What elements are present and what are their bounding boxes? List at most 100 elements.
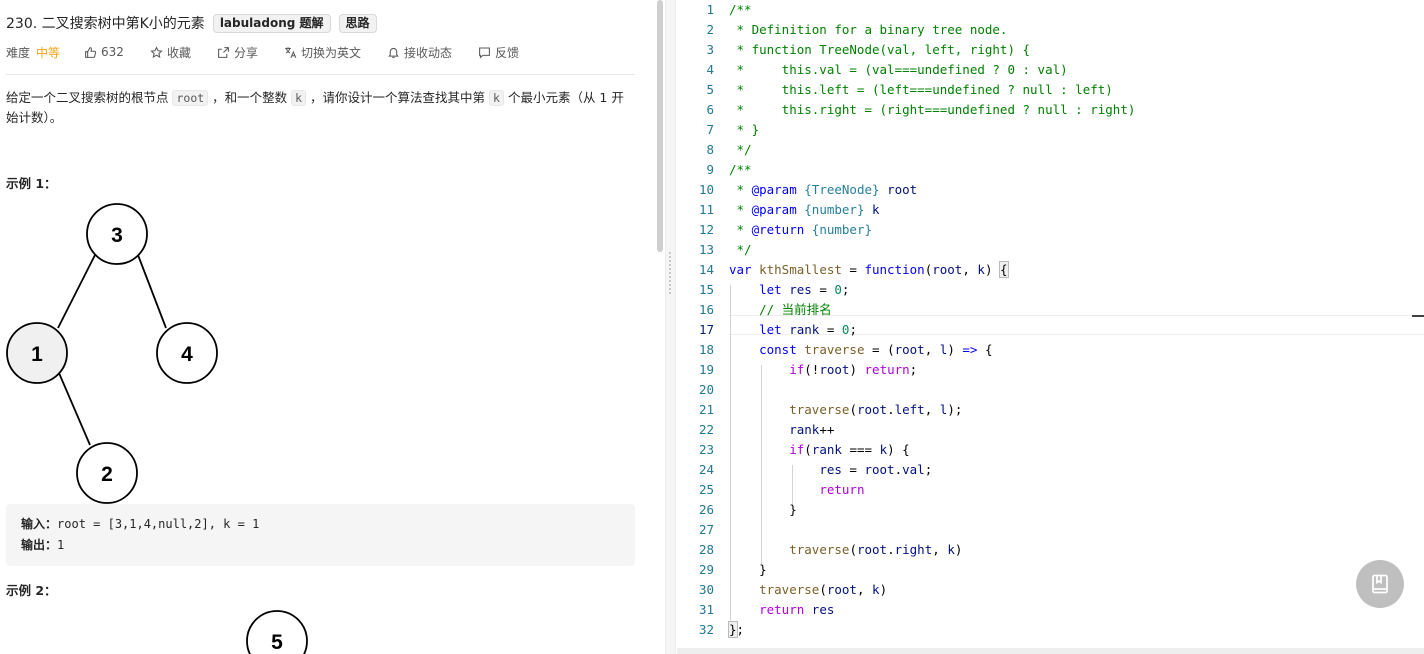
code-line[interactable]: /** xyxy=(729,160,1419,180)
code-editor[interactable]: 1 2 3 4 5 6 7 8 9 10 11 12 13 14 15 16 17 18 19 20 21 22 23 24 2… xyxy=(677,0,1424,648)
code-line[interactable]: return res xyxy=(729,600,1419,620)
code-line[interactable]: */ xyxy=(729,140,1419,160)
line-number: 3 xyxy=(706,42,714,57)
code-line[interactable]: /** xyxy=(729,0,1419,20)
notebook-icon xyxy=(1372,574,1388,594)
translate-icon xyxy=(285,46,297,58)
line-number: 11 xyxy=(698,202,714,217)
line-number: 5 xyxy=(706,82,714,97)
code-line[interactable]: rank++ xyxy=(729,420,1419,440)
code-line[interactable]: * Definition for a binary tree node. xyxy=(729,20,1419,40)
code-line[interactable]: * function TreeNode(val, left, right) { xyxy=(729,40,1419,60)
code-line[interactable]: // 当前排名 xyxy=(729,300,1419,320)
code-line[interactable]: traverse(root.left, l); xyxy=(729,400,1419,420)
input-value: root = [3,1,4,null,2], k = 1 xyxy=(57,517,260,531)
line-number: 16 xyxy=(698,302,714,317)
desc-text: ，请你设计一个算法查找其中第 xyxy=(306,90,490,105)
tree-node-label: 2 xyxy=(101,463,113,486)
difficulty-label: 难度 xyxy=(6,45,31,60)
code-line[interactable]: * this.val = (val===undefined ? 0 : val) xyxy=(729,60,1419,80)
code-line[interactable]: if(rank === k) { xyxy=(729,440,1419,460)
share-label: 分享 xyxy=(233,45,258,60)
code-line[interactable]: return xyxy=(729,480,1419,500)
line-number: 14 xyxy=(698,262,714,277)
line-number: 19 xyxy=(698,362,714,377)
resize-grip-icon[interactable] xyxy=(669,252,671,296)
star-icon xyxy=(150,45,163,58)
inline-code-root: root xyxy=(172,90,209,106)
code-line[interactable]: * @param {number} k xyxy=(729,200,1419,220)
line-number: 29 xyxy=(698,562,714,577)
tree-node-label: 4 xyxy=(181,343,193,366)
code-line[interactable]: if(!root) return; xyxy=(729,360,1419,380)
example-1-tree-image: 3 1 4 2 xyxy=(6,203,218,504)
code-content[interactable]: /** * Definition for a binary tree node.… xyxy=(728,0,1419,640)
code-line[interactable]: */ xyxy=(729,240,1419,260)
code-line[interactable]: var kthSmallest = function(root, k) { xyxy=(729,260,1419,280)
desc-text: ，和一个整数 xyxy=(208,90,292,105)
code-line[interactable] xyxy=(729,380,1419,400)
code-line[interactable]: traverse(root.right, k) xyxy=(729,540,1419,560)
desc-text: 给定一个二叉搜索树的根节点 xyxy=(6,90,173,105)
line-number: 32 xyxy=(698,622,714,637)
notify-label: 接收动态 xyxy=(403,45,452,60)
tree-node-label: 5 xyxy=(271,631,283,654)
meta-row: 难度 中等 632 收藏 分享 切换为英文 接收动态 反馈 xyxy=(6,42,545,62)
line-number: 2 xyxy=(706,22,714,37)
line-number: 24 xyxy=(698,462,714,477)
collect-button[interactable]: 收藏 xyxy=(150,44,191,61)
code-line[interactable]: }; xyxy=(728,620,1419,640)
tree-node-label: 1 xyxy=(31,343,43,366)
code-line[interactable] xyxy=(729,520,1419,540)
collect-label: 收藏 xyxy=(166,45,191,60)
switch-language-button[interactable]: 切换为英文 xyxy=(284,44,361,61)
line-number: 25 xyxy=(698,482,714,497)
line-number: 28 xyxy=(698,542,714,557)
tree-node-label: 3 xyxy=(111,224,123,247)
problem-description: 给定一个二叉搜索树的根节点 root ，和一个整数 k ，请你设计一个算法查找其… xyxy=(6,88,634,128)
line-number: 6 xyxy=(706,102,714,117)
code-line[interactable]: * @return {number} xyxy=(729,220,1419,240)
inline-code-k: k xyxy=(489,90,504,106)
code-line[interactable]: * @param {TreeNode} root xyxy=(729,180,1419,200)
code-line[interactable]: * this.right = (right===undefined ? null… xyxy=(729,100,1419,120)
code-line[interactable]: let res = 0; xyxy=(729,280,1419,300)
line-number: 13 xyxy=(698,242,714,257)
divider-line xyxy=(6,74,635,75)
example-2-tree-image: 5 xyxy=(246,610,308,654)
example-2-label: 示例 2： xyxy=(6,583,57,598)
code-line[interactable]: * } xyxy=(729,120,1419,140)
line-number: 17 xyxy=(698,322,714,337)
difficulty-badge: 中等 xyxy=(36,45,61,60)
code-line[interactable]: * this.left = (left===undefined ? null :… xyxy=(729,80,1419,100)
line-number: 8 xyxy=(706,142,714,157)
tag-labuladong[interactable]: labuladong 题解 xyxy=(212,13,331,33)
share-button[interactable]: 分享 xyxy=(217,44,258,61)
line-number: 15 xyxy=(698,282,714,297)
title-row: 230. 二叉搜索树中第K小的元素 labuladong 题解 思路 xyxy=(6,12,377,34)
switch-language-label: 切换为英文 xyxy=(300,45,361,60)
problem-scrollbar[interactable] xyxy=(657,0,663,252)
line-number: 20 xyxy=(698,382,714,397)
line-number: 30 xyxy=(698,582,714,597)
thumbs-up-icon xyxy=(85,46,97,58)
tag-hint[interactable]: 思路 xyxy=(338,13,377,33)
code-line[interactable]: res = root.val; xyxy=(729,460,1419,480)
line-number: 27 xyxy=(698,522,714,537)
code-line[interactable]: const traverse = (root, l) => { xyxy=(729,340,1419,360)
notify-button[interactable]: 接收动态 xyxy=(387,44,452,61)
code-line[interactable]: traverse(root, k) xyxy=(729,580,1419,600)
panel-resize-divider[interactable] xyxy=(665,0,676,654)
code-line[interactable]: let rank = 0; xyxy=(729,320,1419,340)
line-number: 1 xyxy=(706,2,714,17)
feedback-button[interactable]: 反馈 xyxy=(478,44,519,61)
line-number: 23 xyxy=(698,442,714,457)
code-line[interactable]: } xyxy=(729,500,1419,520)
code-line[interactable]: } xyxy=(729,560,1419,580)
problem-panel: 230. 二叉搜索树中第K小的元素 labuladong 题解 思路 难度 中等… xyxy=(0,0,656,654)
cursor-position-marker xyxy=(1412,315,1424,317)
feedback-label: 反馈 xyxy=(495,45,520,60)
like-button[interactable]: 632 xyxy=(84,45,124,59)
editor-horizontal-scrollbar[interactable] xyxy=(677,648,1424,654)
notebook-button[interactable] xyxy=(1356,560,1404,608)
